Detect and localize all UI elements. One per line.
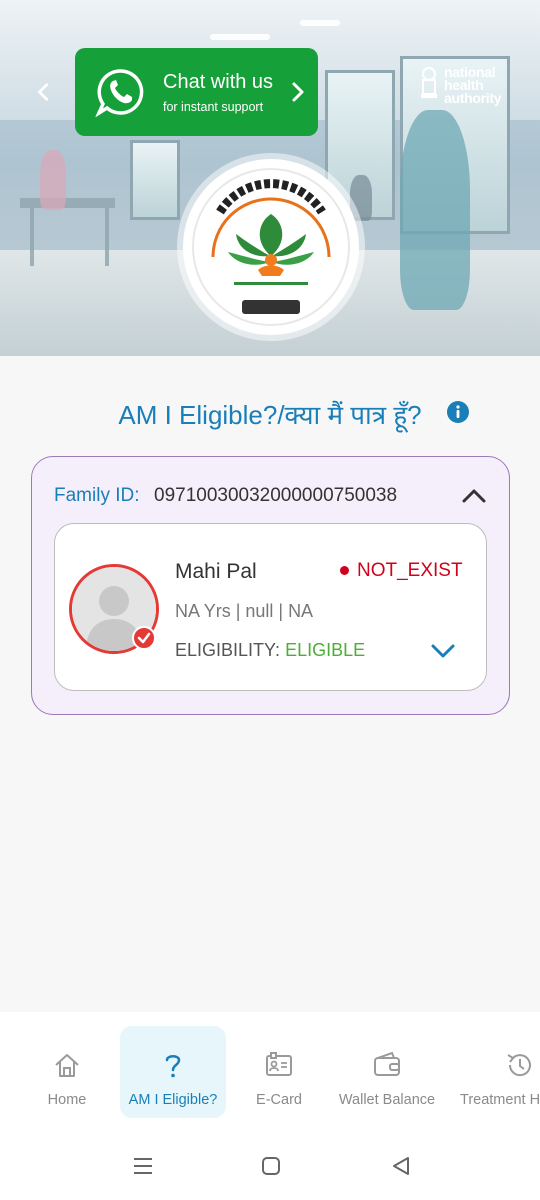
chat-title: Chat with us xyxy=(163,70,274,93)
status-dot xyxy=(340,566,349,575)
eligibility-label: ELIGIBILITY: xyxy=(175,640,281,660)
nav-label: Wallet Balance xyxy=(338,1092,436,1108)
nha-text-line: authority xyxy=(444,90,502,106)
hospital-bed xyxy=(30,208,34,266)
nav-label: Treatment H xyxy=(460,1092,540,1108)
id-card-icon xyxy=(266,1052,292,1076)
back-triangle-icon[interactable] xyxy=(389,1154,413,1178)
chat-subtitle: for instant support xyxy=(163,99,264,114)
nav-item-e-card[interactable]: E-Card xyxy=(234,1026,324,1118)
chevron-up-icon[interactable] xyxy=(460,483,488,507)
chevron-right-icon xyxy=(292,82,304,102)
ceiling-light xyxy=(300,20,340,26)
info-icon[interactable] xyxy=(446,400,470,424)
pmjay-logo xyxy=(177,153,365,341)
history-icon xyxy=(507,1054,531,1077)
hospital-bed xyxy=(105,208,109,266)
person-figure xyxy=(40,150,66,210)
hero-banner: Chat with us for instant support nationa… xyxy=(0,0,540,356)
family-id-label: Family ID: xyxy=(54,485,140,506)
member-card[interactable]: Mahi Pal NOT_EXIST NA Yrs | null | NA EL… xyxy=(54,523,487,691)
nha-logo: national health authority xyxy=(418,65,520,110)
nav-item-home[interactable]: Home xyxy=(22,1026,112,1118)
system-navigation-bar xyxy=(0,1130,540,1200)
nav-item-am-i-eligible[interactable]: AM I Eligible? xyxy=(120,1026,226,1118)
page-title: AM I Eligible?/क्या मैं पात्र हूँ? xyxy=(118,400,422,430)
nav-item-treatment-history[interactable]: Treatment H xyxy=(458,1026,540,1118)
bottom-navigation: Home AM I Eligible? E-Card Wallet Balanc… xyxy=(0,1012,540,1130)
family-id-value: 09710030032000000750038 xyxy=(154,485,398,506)
nav-label: E-Card xyxy=(256,1092,302,1108)
banner-window xyxy=(130,140,180,220)
eligibility-value: ELIGIBLE xyxy=(285,640,366,660)
home-icon xyxy=(55,1054,79,1077)
chevron-left-icon xyxy=(38,83,49,101)
nav-label: AM I Eligible? xyxy=(128,1092,218,1108)
verified-check-icon xyxy=(132,626,156,650)
ceiling-light xyxy=(210,34,270,40)
question-icon xyxy=(165,1055,181,1078)
nav-item-wallet-balance[interactable]: Wallet Balance xyxy=(332,1026,442,1118)
member-name: Mahi Pal xyxy=(175,560,257,583)
status-badge: NOT_EXIST xyxy=(357,560,463,581)
chat-with-us-button[interactable]: Chat with us for instant support xyxy=(75,48,318,136)
person-figure xyxy=(400,110,470,310)
family-card: Family ID: 09710030032000000750038 Mahi … xyxy=(31,456,510,715)
home-square-icon[interactable] xyxy=(259,1154,283,1178)
national-emblem-icon xyxy=(421,67,437,98)
hospital-bed xyxy=(20,198,115,208)
whatsapp-icon xyxy=(95,69,144,117)
carousel-prev-button[interactable] xyxy=(24,72,64,112)
nav-label: Home xyxy=(47,1092,87,1108)
wallet-icon xyxy=(374,1051,400,1076)
menu-icon[interactable] xyxy=(131,1154,155,1178)
chevron-down-icon[interactable] xyxy=(429,638,457,662)
eligibility-row: ELIGIBILITY: ELIGIBLE xyxy=(175,640,365,661)
member-details: NA Yrs | null | NA xyxy=(175,601,314,621)
